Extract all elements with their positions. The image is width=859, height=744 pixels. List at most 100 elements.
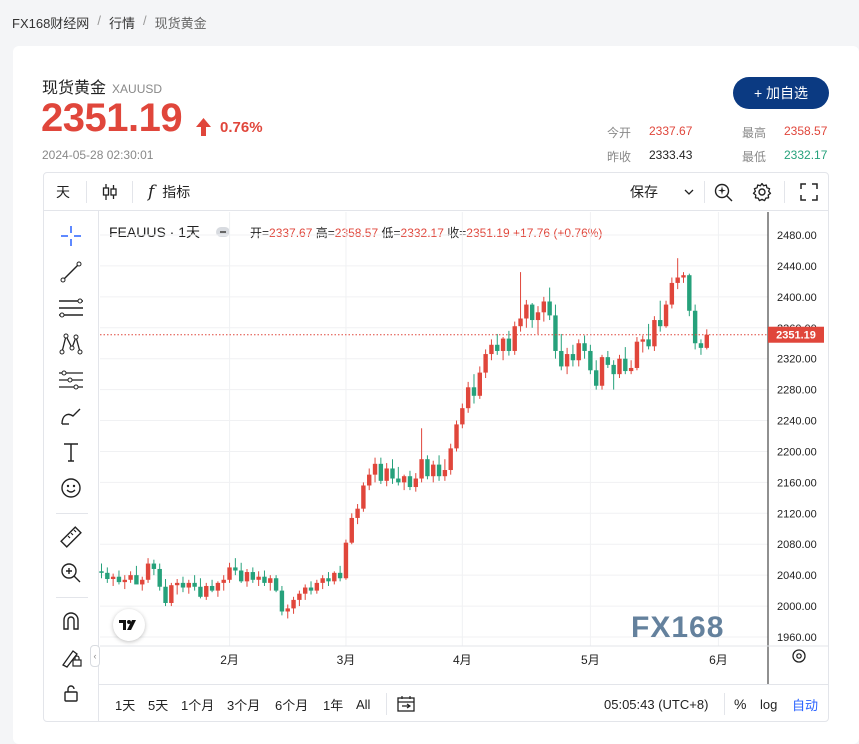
candle [314, 579, 320, 594]
stat-high-label: 最高 [742, 126, 767, 140]
candle [163, 579, 168, 607]
y-axis-tick-label: 2400.00 [777, 292, 817, 304]
candle [582, 335, 587, 359]
candle [145, 558, 151, 583]
candle [372, 457, 378, 483]
candle [594, 360, 599, 390]
candle [663, 300, 669, 328]
y-axis-tick-label: 2040.00 [777, 570, 817, 582]
candle [442, 459, 448, 481]
candle [407, 470, 413, 491]
candle [559, 333, 564, 371]
candle [227, 562, 232, 583]
candle [256, 571, 261, 586]
candle [483, 349, 488, 379]
candle [273, 575, 279, 593]
range-3m[interactable]: 3个月 [227, 685, 260, 723]
breadcrumb-current: 现货黄金 [154, 16, 207, 31]
candle [436, 455, 442, 481]
y-axis-tick-label: 2280.00 [777, 385, 817, 397]
y-axis-tick-label: 1960.00 [777, 632, 817, 644]
range-1d[interactable]: 1天 [115, 685, 135, 723]
x-axis-tick-label: 5月 [581, 653, 600, 667]
stat-prev-close-label: 昨收 [607, 150, 632, 164]
axis-settings-gear-icon[interactable] [792, 649, 806, 663]
stat-prev-close-value: 2333.43 [649, 148, 693, 162]
range-5d[interactable]: 5天 [148, 685, 168, 723]
candle [547, 287, 552, 321]
last-price: 2351.19 [41, 96, 183, 140]
date-range-calendar-icon[interactable] [396, 685, 416, 723]
stat-prev-close: 昨收 2333.43 [607, 148, 692, 165]
range-all[interactable]: All [356, 685, 370, 723]
candle [524, 299, 529, 328]
stat-open-label: 今开 [607, 126, 632, 140]
tradingview-logo[interactable] [113, 609, 145, 641]
stat-low-label: 最低 [742, 150, 767, 164]
candle [687, 273, 692, 317]
sidebar-collapse-handle[interactable]: ‹ [90, 645, 100, 667]
candle [652, 316, 657, 351]
candle [303, 584, 308, 600]
candle [623, 347, 628, 375]
candle [285, 604, 290, 619]
y-axis-tick-label: 2080.00 [777, 539, 817, 551]
chart-clock-time[interactable]: 05:05:43 (UTC+8) [604, 685, 708, 723]
candle [174, 579, 180, 595]
candle [611, 360, 616, 390]
range-1m[interactable]: 1个月 [181, 685, 214, 723]
candle [518, 272, 523, 332]
range-1y[interactable]: 1年 [323, 685, 343, 723]
candle [489, 339, 494, 361]
candle [465, 381, 471, 413]
candle [500, 337, 506, 361]
auto-scale-toggle[interactable]: 自动 [792, 685, 818, 723]
candle [238, 562, 244, 583]
stat-open-value: 2337.67 [649, 124, 693, 138]
instrument-code: XAUUSD [112, 82, 163, 96]
candle [599, 354, 605, 390]
candle [471, 374, 477, 404]
candle [291, 596, 296, 614]
candle [419, 428, 424, 483]
breadcrumb-home-link[interactable]: FX168财经网 [12, 13, 89, 32]
instrument-name: 现货黄金 [42, 80, 107, 97]
candle [541, 296, 547, 322]
range-6m[interactable]: 6个月 [275, 685, 308, 723]
candle [332, 571, 337, 585]
candle [588, 344, 593, 375]
candle [337, 565, 343, 582]
candle [675, 258, 680, 290]
candle [308, 581, 314, 595]
candle [343, 539, 349, 580]
candle [244, 568, 250, 587]
y-axis-tick-label: 2440.00 [777, 261, 817, 273]
candle [628, 360, 634, 375]
arrow-up-icon [196, 118, 211, 136]
candle [151, 559, 157, 576]
breadcrumb-market-link[interactable]: 行情 [109, 13, 135, 32]
candle [698, 339, 704, 355]
candle [529, 303, 535, 328]
x-axis-tick-label: 4月 [453, 653, 472, 667]
candle [401, 474, 407, 491]
chart-widget: 天 f 指标 保存 FEAUUS · 1天 开=2337.67 高=2358.5… [43, 172, 829, 722]
candle [425, 455, 430, 480]
candle [576, 339, 581, 367]
candle [512, 321, 517, 355]
candle [704, 329, 709, 350]
x-axis-tick-label: 2月 [220, 653, 239, 667]
candle [186, 579, 191, 594]
percent-scale-toggle[interactable]: % [734, 685, 746, 723]
quote-card: 现货黄金 XAUUSD 2351.19 0.76% 2024-05-28 02:… [13, 46, 859, 744]
candle [326, 572, 331, 586]
watermark-text: FX168 [631, 611, 725, 644]
y-axis-tick-label: 2120.00 [777, 508, 817, 520]
log-scale-toggle[interactable]: log [760, 685, 777, 723]
add-to-watchlist-button[interactable]: + 加自选 [733, 77, 829, 109]
candle [570, 344, 576, 367]
candle [477, 366, 482, 399]
candle [355, 504, 360, 525]
candle [279, 585, 285, 616]
candle [349, 513, 354, 545]
